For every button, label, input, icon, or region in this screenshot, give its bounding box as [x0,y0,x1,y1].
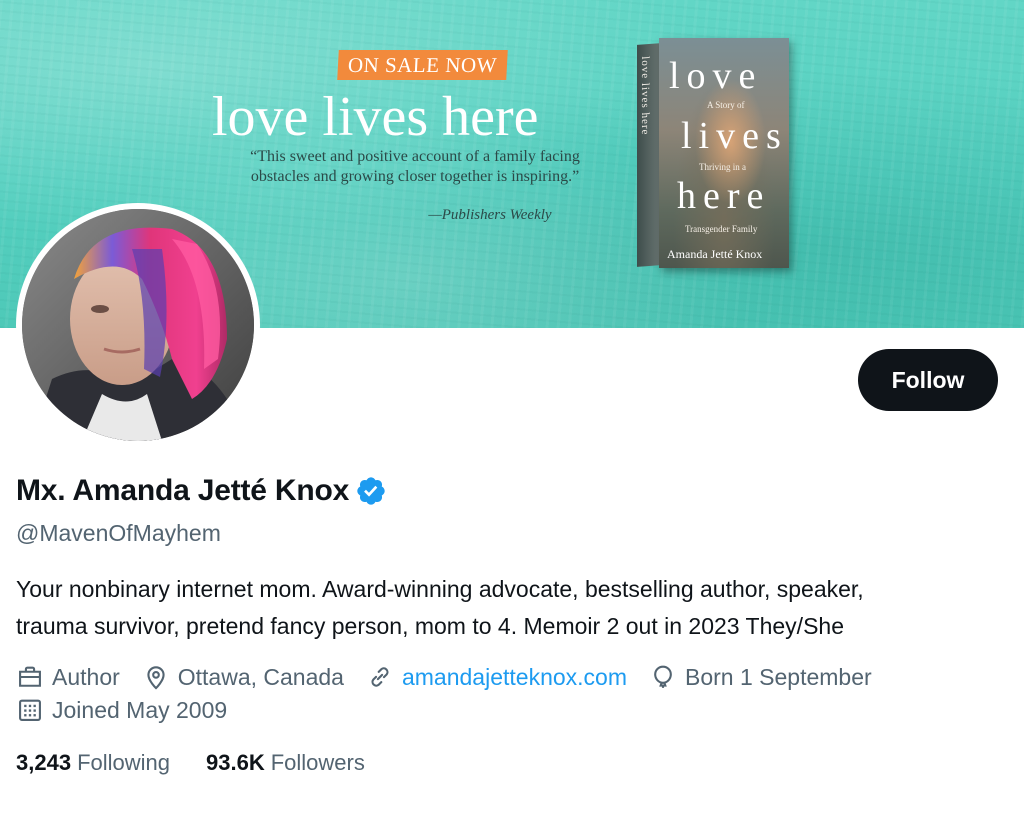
book-spine-title: love lives here [639,55,651,136]
book-title-word: here [677,175,771,217]
briefcase-icon [19,666,41,687]
profile-joined: Joined May 2009 [16,696,227,724]
profile-location: Ottawa, Canada [142,663,344,691]
book-subtitle: Thriving in a [699,162,746,172]
link-icon [371,667,389,687]
following-count: 3,243 [16,750,72,775]
book-cover-image: love lives here love A Story of lives Th… [637,38,789,268]
location-label: Ottawa, Canada [177,663,344,690]
verified-badge-icon[interactable] [355,475,387,507]
following-link[interactable]: 3,243 Following [16,750,170,776]
followers-label: Followers [270,750,365,775]
profile-birthday: Born 1 September [649,663,872,691]
follow-stats: 3,243 Following 93.6K Followers [16,750,401,776]
profile-website[interactable]: amandajetteknox.com [366,663,627,691]
book-spine: love lives here [637,43,661,267]
avatar[interactable] [16,203,260,447]
banner-quote: “This sweet and positive account of a fa… [250,148,580,185]
profile-page: ON SALE NOW love lives here “This sweet … [0,0,1024,829]
profile-bio: Your nonbinary internet mom. Award-winni… [16,571,1016,645]
category-label: Author [52,663,120,690]
follow-button[interactable]: Follow [858,349,998,411]
avatar-photo [22,209,254,441]
profile-meta-row: Joined May 2009 [16,696,249,724]
profile-name-row: Mx. Amanda Jetté Knox [16,474,387,508]
book-front-cover: love A Story of lives Thriving in a here… [659,38,789,268]
book-subtitle: A Story of [707,100,745,110]
profile-category: Author [16,663,120,691]
book-author: Amanda Jetté Knox [667,247,763,261]
profile-meta-row: Author Ottawa, Canada amandajetteknox.co… [16,663,894,691]
bio-line: trauma survivor, pretend fancy person, m… [16,613,844,639]
banner-title: love lives here [212,86,539,148]
followers-link[interactable]: 93.6K Followers [206,750,365,776]
avatar-portrait-illustration [22,209,254,441]
calendar-icon [19,699,41,721]
display-name: Mx. Amanda Jetté Knox [16,474,350,507]
joined-label: Joined May 2009 [52,696,228,723]
website-link[interactable]: amandajetteknox.com [402,664,627,691]
user-handle: @MavenOfMayhem [16,520,221,546]
book-title-word: lives [681,115,788,157]
following-label: Following [77,750,170,775]
location-pin-icon [147,666,165,690]
book-subtitle: Transgender Family [685,224,758,234]
balloon-icon [654,665,672,688]
bio-line: Your nonbinary internet mom. Award-winni… [16,576,864,602]
book-title-word: love [669,55,763,97]
birthday-label: Born 1 September [685,663,872,690]
on-sale-badge: ON SALE NOW [337,50,508,80]
followers-count: 93.6K [206,750,265,775]
